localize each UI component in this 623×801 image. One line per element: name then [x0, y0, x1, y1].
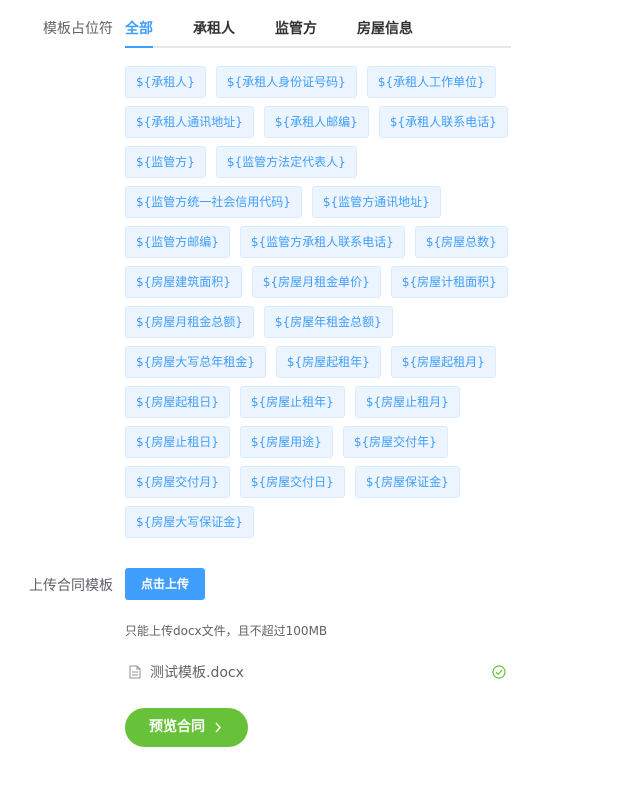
upload-button[interactable]: 点击上传	[125, 568, 205, 600]
placeholder-tag[interactable]: ${房屋总数}	[414, 226, 508, 258]
document-icon	[129, 664, 141, 683]
placeholder-tag[interactable]: ${房屋大写保证金}	[125, 506, 254, 538]
tag-row: ${房屋建筑面积} ${房屋月租金单价} ${房屋计租面积}	[125, 266, 508, 298]
uploaded-file-item[interactable]: 测试模板.docx	[125, 658, 511, 684]
tab-tenant[interactable]: 承租人	[193, 18, 235, 38]
placeholder-tag[interactable]: ${房屋止租月}	[354, 386, 460, 418]
tag-row: ${房屋月租金总额} ${房屋年租金总额}	[125, 306, 505, 338]
placeholder-tag[interactable]: ${监管方统一社会信用代码}	[125, 186, 302, 218]
placeholder-tag[interactable]: ${承租人身份证号码}	[215, 66, 357, 98]
success-check-icon	[492, 664, 506, 683]
upload-label: 上传合同模板	[29, 578, 113, 594]
tab-all[interactable]: 全部	[125, 18, 153, 38]
placeholder-tag-list: ${承租人} ${承租人身份证号码} ${承租人工作单位} ${承租人通讯地址} ${承…	[125, 66, 508, 546]
placeholder-tag[interactable]: ${监管方法定代表人}	[215, 146, 357, 178]
placeholder-tag[interactable]: ${监管方邮编}	[125, 226, 230, 258]
file-name: 测试模板.docx	[150, 665, 244, 681]
tab-house-info[interactable]: 房屋信息	[357, 18, 413, 38]
placeholder-tag[interactable]: ${监管方通讯地址}	[311, 186, 441, 218]
tag-row: ${监管方} ${监管方法定代表人}	[125, 146, 505, 178]
placeholder-tag[interactable]: ${房屋用途}	[239, 426, 333, 458]
placeholder-tag[interactable]: ${房屋止租年}	[239, 386, 345, 418]
preview-contract-button[interactable]: 预览合同	[125, 708, 248, 747]
placeholder-tag[interactable]: ${房屋起租年}	[275, 346, 381, 378]
placeholder-tag[interactable]: ${房屋起租日}	[125, 386, 230, 418]
tab-supervisor[interactable]: 监管方	[275, 18, 317, 38]
placeholder-tag[interactable]: ${房屋止租日}	[125, 426, 230, 458]
placeholder-tabs: 全部 承租人 监管方 房屋信息	[125, 6, 511, 48]
placeholder-label: 模板占位符	[43, 21, 113, 37]
chevron-right-icon	[213, 708, 223, 763]
placeholder-tag[interactable]: ${房屋建筑面积}	[125, 266, 242, 298]
tag-row: ${房屋起租日} ${房屋止租年} ${房屋止租月}	[125, 386, 505, 418]
placeholder-tag[interactable]: ${承租人联系电话}	[378, 106, 508, 138]
preview-button-label: 预览合同	[149, 719, 205, 735]
tag-row: ${承租人通讯地址} ${承租人邮编} ${承租人联系电话}	[125, 106, 508, 138]
upload-tip: 只能上传docx文件，且不超过100MB	[125, 624, 328, 638]
placeholder-tag[interactable]: ${承租人}	[125, 66, 206, 98]
placeholder-tag[interactable]: ${房屋起租月}	[390, 346, 496, 378]
tag-row: ${房屋止租日} ${房屋用途} ${房屋交付年}	[125, 426, 505, 458]
placeholder-tag[interactable]: ${房屋保证金}	[354, 466, 460, 498]
placeholder-tag[interactable]: ${房屋计租面积}	[390, 266, 508, 298]
tag-row: ${监管方统一社会信用代码} ${监管方通讯地址}	[125, 186, 505, 218]
placeholder-tag[interactable]: ${监管方承租人联系电话}	[239, 226, 405, 258]
placeholder-tag[interactable]: ${承租人工作单位}	[366, 66, 496, 98]
placeholder-tag[interactable]: ${承租人邮编}	[263, 106, 369, 138]
placeholder-tag[interactable]: ${房屋月租金总额}	[125, 306, 254, 338]
placeholder-tag[interactable]: ${监管方}	[125, 146, 206, 178]
placeholder-tag[interactable]: ${房屋年租金总额}	[263, 306, 393, 338]
tag-row: ${监管方邮编} ${监管方承租人联系电话} ${房屋总数}	[125, 226, 508, 258]
placeholder-tag[interactable]: ${承租人通讯地址}	[125, 106, 254, 138]
placeholder-tag[interactable]: ${房屋交付年}	[342, 426, 448, 458]
tag-row: ${房屋大写保证金}	[125, 506, 505, 538]
tag-row: ${房屋交付月} ${房屋交付日} ${房屋保证金}	[125, 466, 505, 498]
placeholder-tag[interactable]: ${房屋月租金单价}	[251, 266, 381, 298]
placeholder-tag[interactable]: ${房屋大写总年租金}	[125, 346, 266, 378]
tag-row: ${承租人} ${承租人身份证号码} ${承租人工作单位}	[125, 66, 505, 98]
active-tab-indicator	[125, 46, 153, 48]
placeholder-tag[interactable]: ${房屋交付月}	[125, 466, 230, 498]
tag-row: ${房屋大写总年租金} ${房屋起租年} ${房屋起租月}	[125, 346, 505, 378]
placeholder-tag[interactable]: ${房屋交付日}	[239, 466, 345, 498]
